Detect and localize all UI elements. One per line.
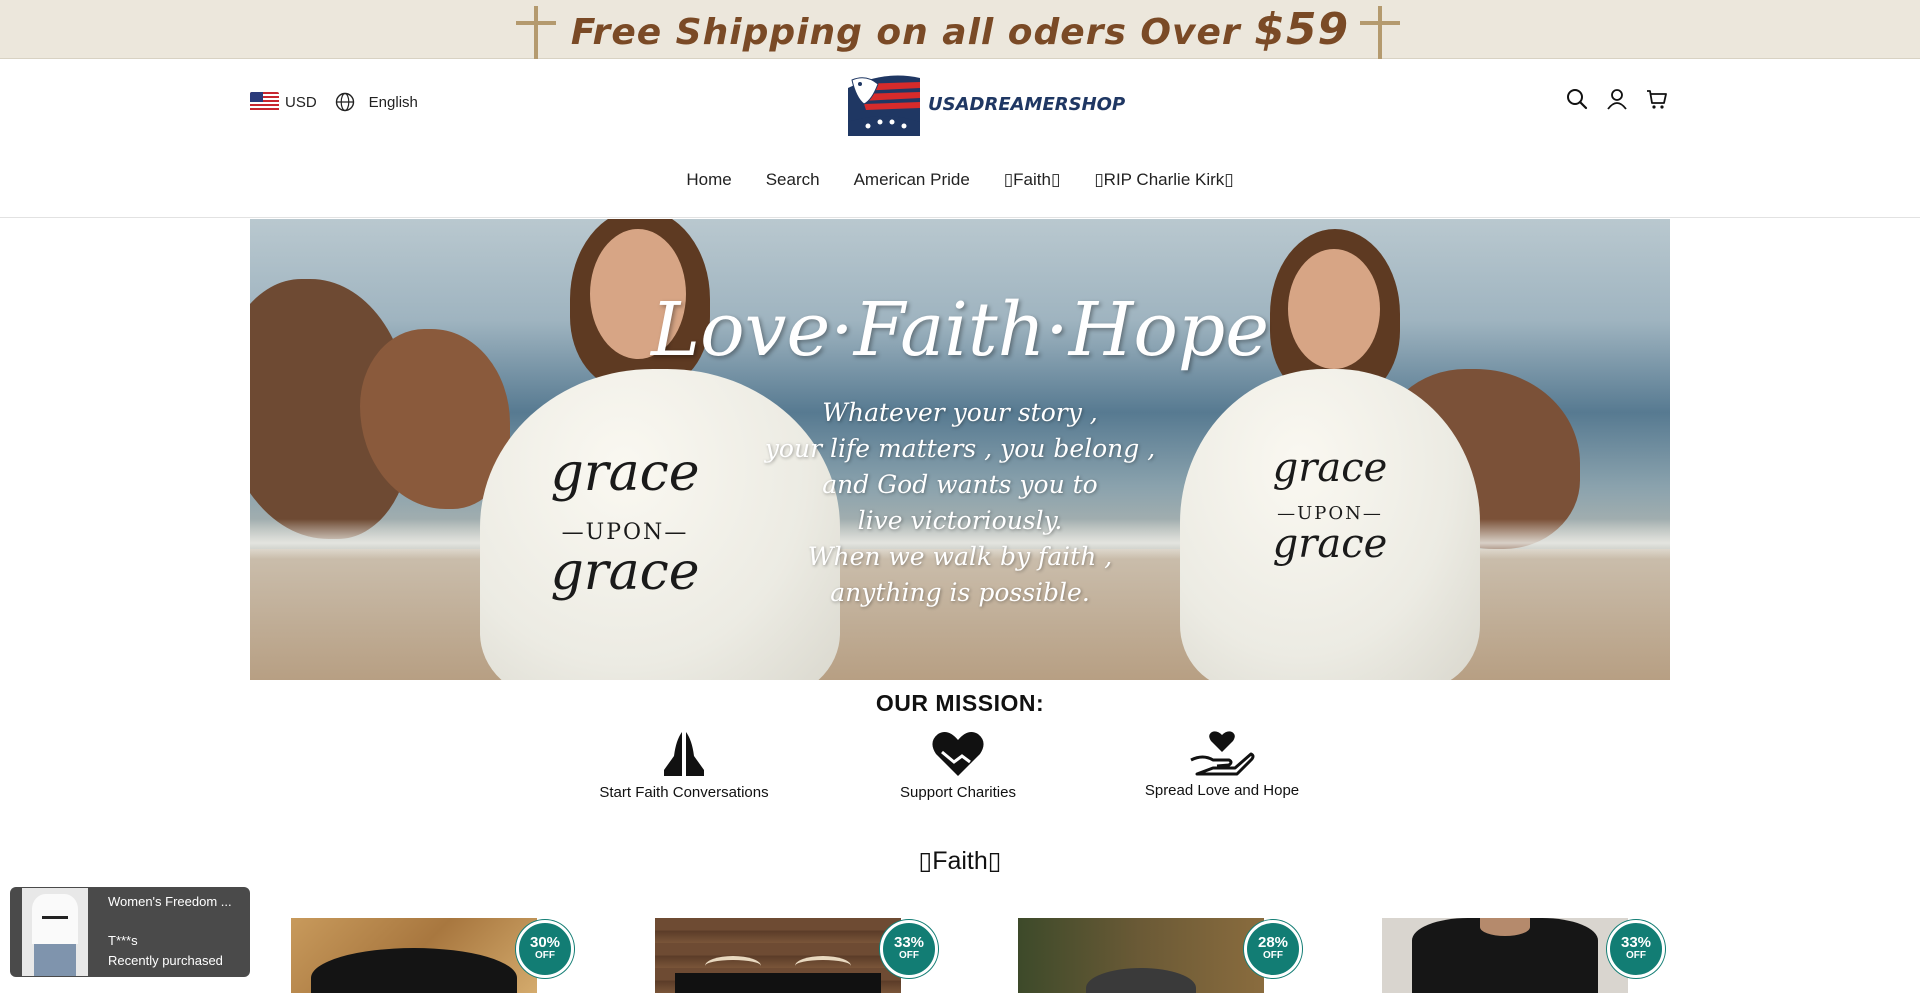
- discount-badge: 33% OFF: [880, 920, 938, 978]
- praying-hands-icon: [664, 732, 704, 776]
- logo-text: USADREAMERSHOP: [928, 93, 1126, 115]
- product-card-image[interactable]: [1382, 918, 1628, 993]
- announcement-text: Free Shipping on all oders Over $59: [570, 3, 1350, 55]
- language-selector[interactable]: English: [335, 92, 418, 112]
- us-flag-icon: [250, 92, 279, 112]
- announcement-price: $59: [1254, 3, 1350, 55]
- main-nav: Home Search American Pride ▯Faith▯ ▯RIP …: [0, 170, 1920, 190]
- language-label: English: [368, 93, 418, 111]
- mission-label: Support Charities: [900, 784, 1016, 801]
- product-card-image[interactable]: [291, 918, 537, 993]
- mission-item-conversations: Start Faith Conversations: [590, 730, 778, 801]
- header-actions: [1566, 88, 1668, 110]
- eagle-flag-logo-icon: [848, 75, 920, 136]
- shirt-print: grace —UPON— grace: [1272, 445, 1388, 567]
- currency-label: USD: [285, 93, 317, 111]
- discount-badge: 28% OFF: [1244, 920, 1302, 978]
- announcement-bar: Free Shipping on all oders Over $59: [0, 0, 1920, 59]
- nav-faith-label: Faith: [1013, 170, 1051, 189]
- globe-icon: [335, 92, 354, 112]
- toast-shirt-print: [42, 916, 68, 919]
- account-icon[interactable]: [1606, 88, 1628, 110]
- toast-jeans: [34, 944, 76, 976]
- toast-product-name: Women's Freedom ...: [108, 894, 232, 909]
- product-card-image[interactable]: [655, 918, 901, 993]
- hero-banner[interactable]: grace —UPON— grace grace —UPON— grace Lo…: [250, 219, 1670, 680]
- nav-search[interactable]: Search: [766, 170, 820, 190]
- section-title-faith: ▯Faith▯: [918, 847, 1002, 875]
- toast-product-image: [22, 888, 88, 976]
- hero-body: Whatever your story , your life matters …: [764, 398, 1156, 607]
- discount-badge: 30% OFF: [516, 920, 574, 978]
- mission-title: OUR MISSION:: [875, 690, 1045, 716]
- nav-rip-label: RIP Charlie Kirk: [1103, 170, 1225, 189]
- product-shirt: [675, 973, 881, 993]
- mission-label: Start Faith Conversations: [599, 784, 769, 801]
- product-neck: [1480, 918, 1530, 936]
- toast-status: Recently purchased: [108, 953, 223, 968]
- search-icon[interactable]: [1566, 88, 1588, 110]
- recent-purchase-toast[interactable]: Women's Freedom ... T***s Recently purch…: [10, 887, 250, 977]
- discount-badge: 33% OFF: [1607, 920, 1665, 978]
- toast-shirt: [32, 894, 78, 944]
- nav-rip-charlie-kirk[interactable]: ▯RIP Charlie Kirk▯: [1094, 170, 1233, 190]
- toast-buyer: T***s: [108, 933, 138, 948]
- site-logo[interactable]: USADREAMERSHOP: [846, 70, 1125, 138]
- nav-american-pride[interactable]: American Pride: [854, 170, 970, 190]
- mission-item-love-hope: Spread Love and Hope: [1138, 730, 1306, 799]
- cart-icon[interactable]: [1646, 88, 1668, 110]
- hand-heart-icon: [1190, 731, 1255, 776]
- cross-icon: [516, 6, 556, 59]
- product-card-image[interactable]: [1018, 918, 1264, 993]
- hero-title: Love·Faith·Hope: [650, 287, 1270, 373]
- nav-faith[interactable]: ▯Faith▯: [1004, 170, 1061, 190]
- heart-handshake-icon: [932, 732, 984, 776]
- mission-label: Spread Love and Hope: [1144, 782, 1300, 799]
- nav-home[interactable]: Home: [686, 170, 731, 190]
- site-header: USD English USADREAMERSHOP Home Search A…: [0, 60, 1920, 218]
- mission-item-charities: Support Charities: [880, 730, 1036, 801]
- currency-selector[interactable]: USD: [250, 92, 317, 112]
- cross-icon: [1360, 6, 1400, 59]
- locale-selector: USD English: [250, 92, 418, 112]
